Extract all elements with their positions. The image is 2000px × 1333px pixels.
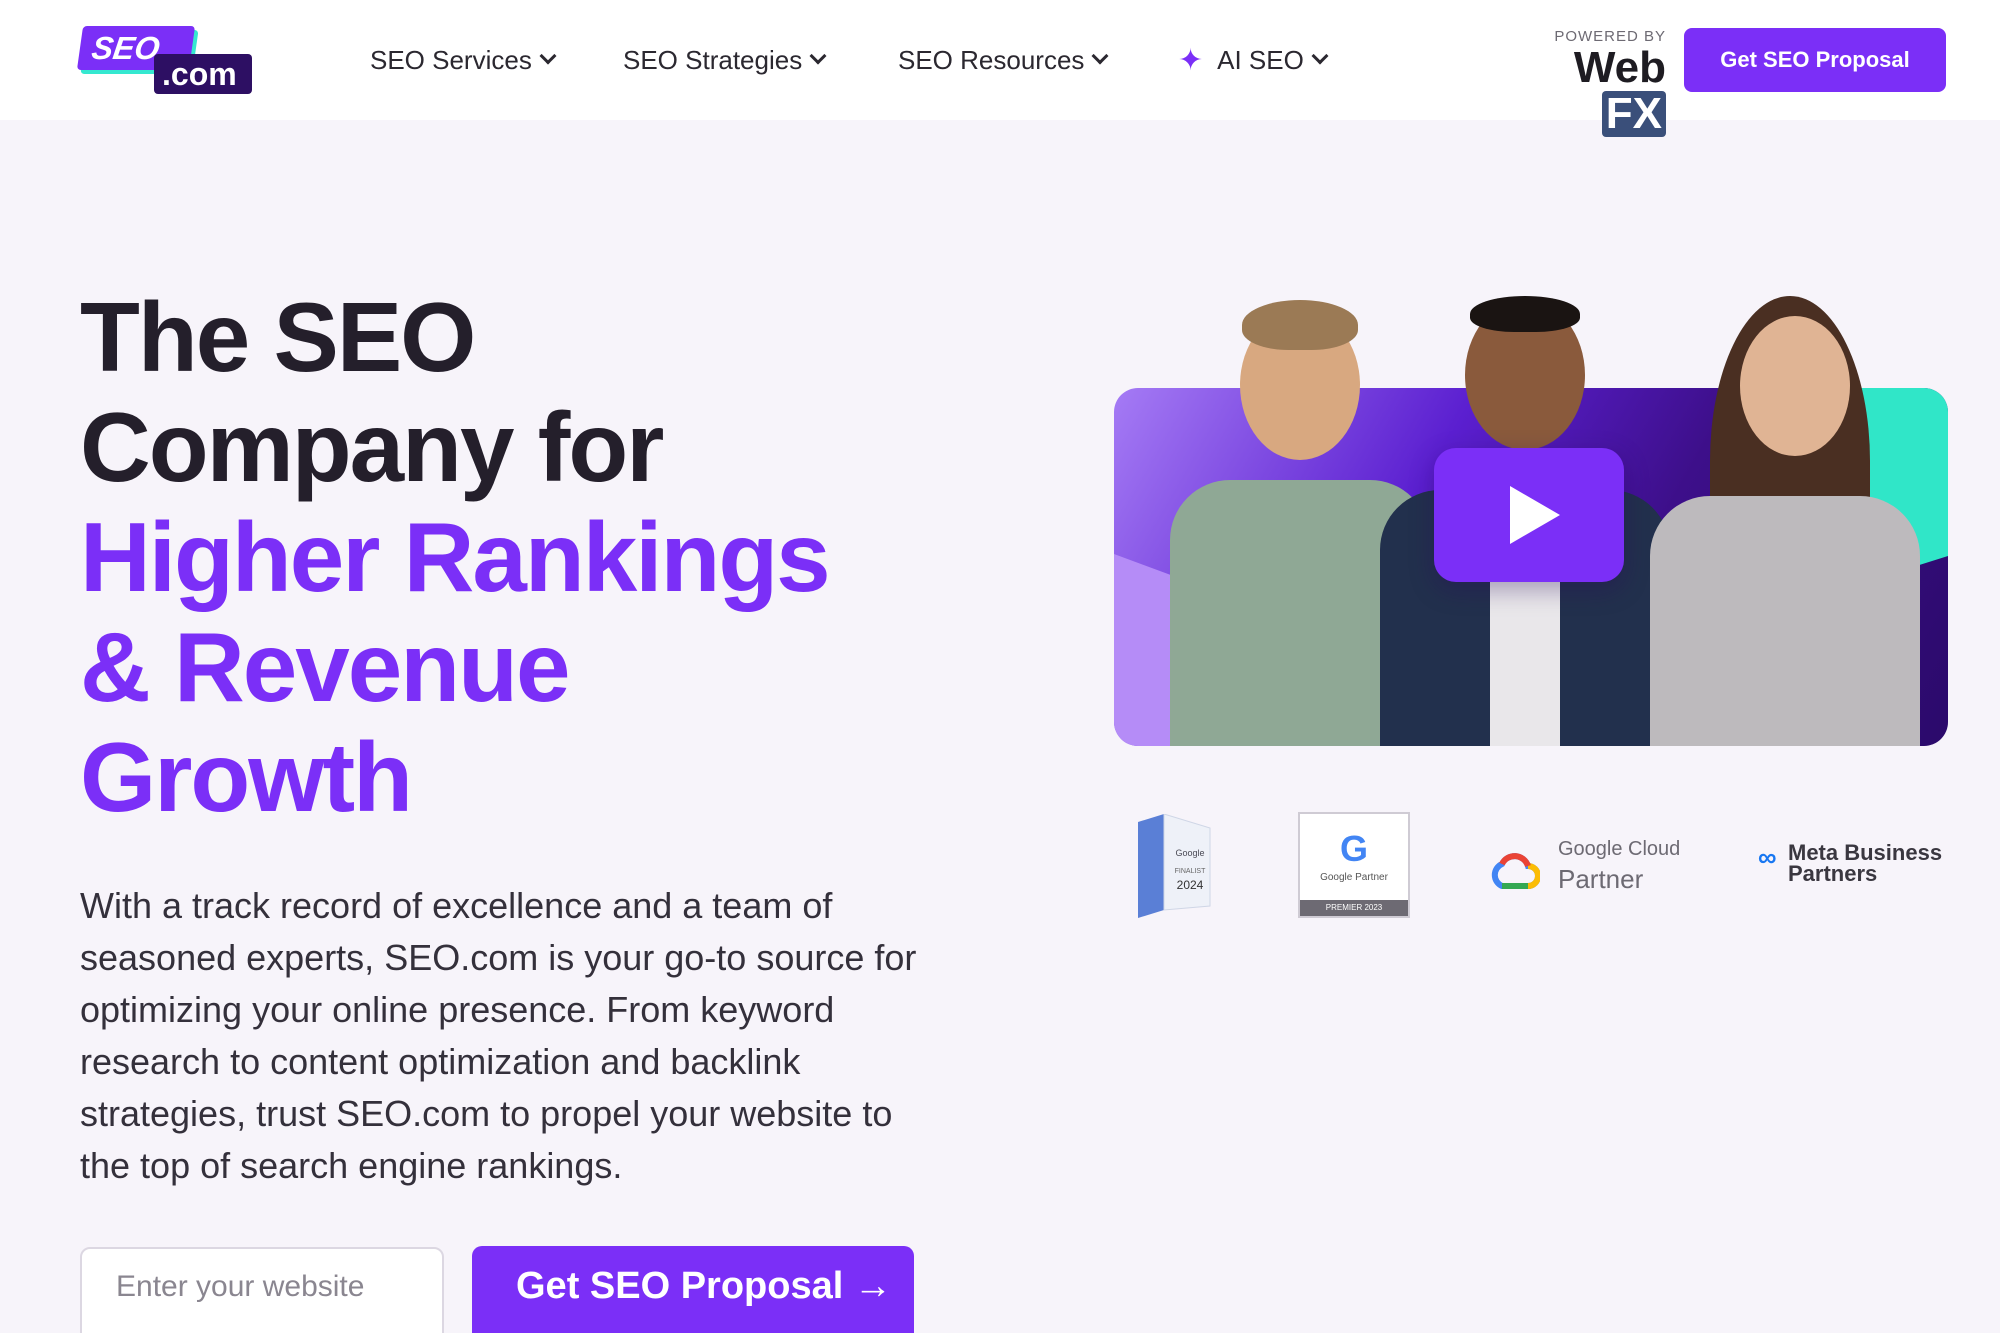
finalist-trophy-icon	[1138, 813, 1211, 918]
site-header: SEO .com SEO Services SEO Strategies SEO…	[0, 0, 2000, 137]
webfx-brand-a: Web	[1573, 43, 1666, 92]
webfx-brand-b: FX	[1601, 91, 1666, 137]
play-icon	[1510, 486, 1560, 544]
google-partner-strip: PREMIER 2023	[1300, 900, 1408, 916]
chevron-down-icon	[809, 47, 827, 65]
person-hair	[1470, 296, 1580, 332]
sparkle-icon: ✦	[1178, 43, 1204, 77]
nav-label: SEO Resources	[898, 44, 1085, 75]
google-partner-label: Google Partner	[1320, 872, 1388, 883]
google-partner-badge: G Google Partner PREMIER 2023	[1298, 812, 1410, 918]
person-body	[1650, 496, 1920, 746]
nav-label: SEO Strategies	[623, 44, 803, 75]
logo-com-part: .com	[154, 54, 252, 94]
website-input[interactable]	[80, 1247, 444, 1333]
meta-icon: ∞	[1758, 842, 1777, 872]
hero-headline: The SEO Company for Higher Rankings & Re…	[80, 282, 980, 832]
play-video-button[interactable]	[1434, 448, 1624, 582]
headline-highlight-line: Higher Rankings	[80, 502, 831, 612]
finalist-year: 2024	[1176, 878, 1204, 892]
nav-label: AI SEO	[1217, 44, 1304, 75]
google-cloud-label: Google Cloud	[1558, 838, 1681, 860]
get-seo-proposal-button[interactable]: Get SEO Proposal →	[472, 1246, 914, 1333]
chevron-down-icon	[1091, 47, 1109, 65]
person-hair	[1242, 300, 1358, 350]
nav-ai-seo[interactable]: ✦ AI SEO	[1178, 40, 1329, 80]
headline-highlight-line: & Revenue	[80, 612, 571, 722]
person-head	[1740, 316, 1850, 456]
chevron-down-icon	[539, 47, 557, 65]
nav-seo-services[interactable]: SEO Services	[370, 40, 557, 80]
nav-label: SEO Services	[370, 44, 532, 75]
finalist-label: FINALIST	[1174, 868, 1206, 875]
headline-line: Company for	[80, 392, 664, 502]
meta-label: Meta Business Partners	[1788, 840, 1943, 886]
google-finalist-badge: Google FINALIST 2024	[1124, 813, 1214, 918]
finalist-brand: Google	[1175, 848, 1205, 858]
header-get-proposal-button[interactable]: Get SEO Proposal	[1684, 28, 1946, 92]
google-cloud-partner-label: Partner	[1558, 864, 1644, 894]
headline-highlight-line: Growth	[80, 722, 413, 832]
google-cloud-icon	[1491, 853, 1540, 889]
hero-description: With a track record of excellence and a …	[80, 885, 917, 1186]
person-right	[1650, 296, 1930, 746]
nav-seo-strategies[interactable]: SEO Strategies	[623, 40, 827, 80]
google-g-icon: G	[1339, 828, 1368, 869]
powered-by-webfx[interactable]: POWERED BY WebFX	[1510, 28, 1666, 137]
seo-com-logo[interactable]: SEO .com	[76, 26, 252, 96]
nav-seo-resources[interactable]: SEO Resources	[898, 40, 1109, 80]
headline-line: The SEO	[80, 282, 476, 392]
meta-label-line: Meta Business	[1788, 840, 1943, 865]
chevron-down-icon	[1311, 47, 1329, 65]
meta-label-line: Partners	[1788, 861, 1878, 886]
webfx-logo: WebFX	[1510, 45, 1666, 137]
